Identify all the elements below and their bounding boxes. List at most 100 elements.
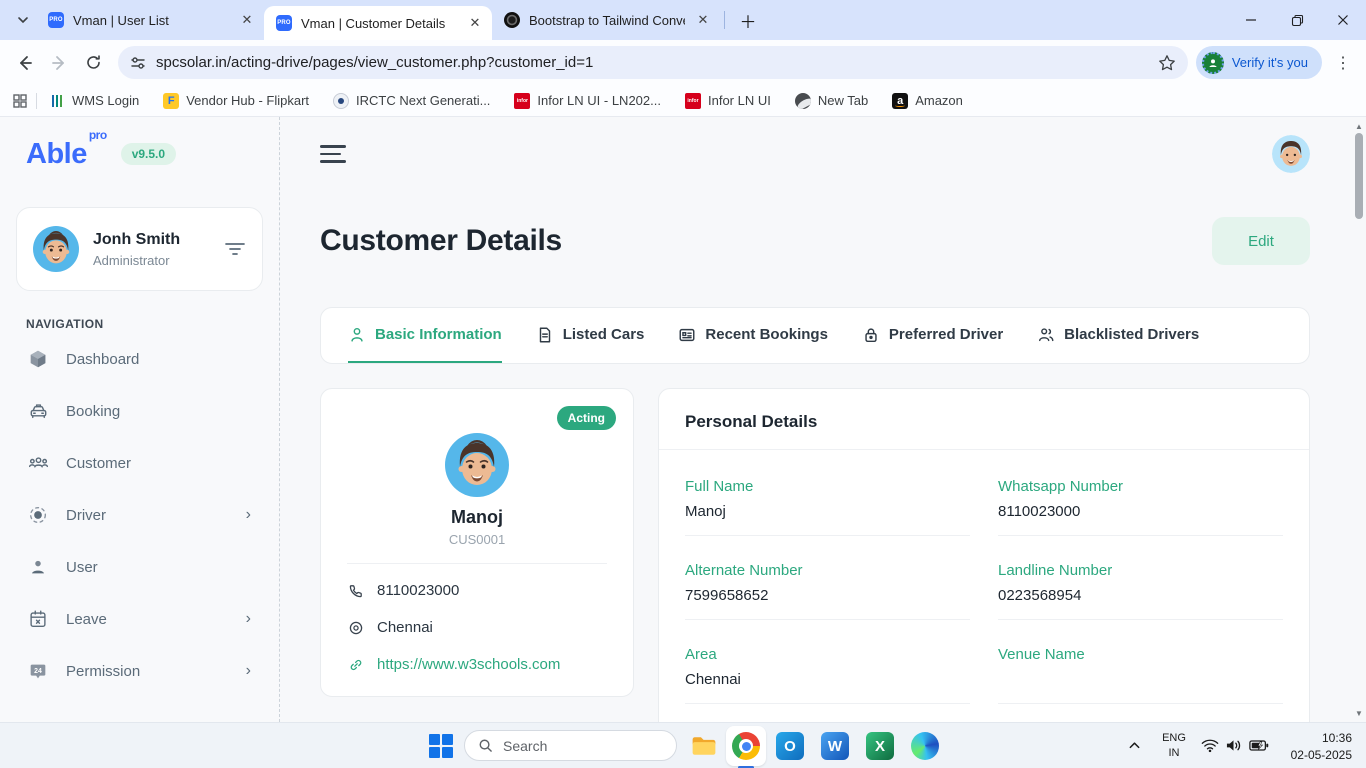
field-value: 8110023000 xyxy=(998,503,1283,521)
search-placeholder: Search xyxy=(503,738,547,754)
field-area: Area Chennai xyxy=(685,646,970,704)
tab-close-icon[interactable]: ✕ xyxy=(466,14,484,32)
link-icon xyxy=(347,657,364,673)
sidebar-item-leave[interactable]: Leave › xyxy=(16,593,263,645)
tab-search-button[interactable] xyxy=(10,7,36,33)
tab-close-icon[interactable]: ✕ xyxy=(238,11,256,29)
verify-its-you-button[interactable]: Verify it's you xyxy=(1196,46,1322,79)
close-button[interactable] xyxy=(1320,0,1366,40)
card-icon xyxy=(678,326,696,344)
search-icon xyxy=(478,738,493,753)
customer-city-row: Chennai xyxy=(347,609,607,646)
tab-recent-bookings[interactable]: Recent Bookings xyxy=(678,308,828,363)
tab-blacklisted-drivers[interactable]: Blacklisted Drivers xyxy=(1037,308,1199,363)
bookmark-amazon[interactable]: a Amazon xyxy=(892,93,963,109)
edge-button[interactable] xyxy=(911,732,939,760)
user-role: Administrator xyxy=(93,253,180,268)
tab-close-icon[interactable]: ✕ xyxy=(694,11,712,29)
file-explorer-button[interactable] xyxy=(690,732,718,760)
outlook-button[interactable]: O xyxy=(776,732,804,760)
field-landline-number: Landline Number 0223568954 xyxy=(998,562,1283,620)
field-label: Area xyxy=(685,646,970,663)
tab-basic-information[interactable]: Basic Information xyxy=(348,308,502,363)
personal-details-card: Personal Details Full Name Manoj Whatsap… xyxy=(658,388,1310,760)
bookmark-wms-login[interactable]: WMS Login xyxy=(49,93,139,109)
minimize-button[interactable] xyxy=(1228,0,1274,40)
sidebar-item-customer[interactable]: Customer xyxy=(16,437,263,489)
infor-icon: infor xyxy=(685,93,701,109)
sidebar-user-card[interactable]: Jonh Smith Administrator xyxy=(16,207,263,291)
tab-user-list[interactable]: PRO Vman | User List ✕ xyxy=(36,0,264,40)
site-settings-icon xyxy=(130,55,146,71)
browser-tab-strip: PRO Vman | User List ✕ PRO Vman | Custom… xyxy=(0,0,1366,40)
globe-icon xyxy=(795,93,811,109)
browser-toolbar: spcsolar.in/acting-drive/pages/view_cust… xyxy=(0,40,1366,85)
customer-website-link[interactable]: https://www.w3schools.com xyxy=(377,656,560,673)
start-button[interactable] xyxy=(428,733,454,759)
customer-website-row[interactable]: https://www.w3schools.com xyxy=(347,646,607,683)
tab-bootstrap-tailwind[interactable]: Bootstrap to Tailwind Conversio ✕ xyxy=(492,0,720,40)
tab-preferred-driver[interactable]: Preferred Driver xyxy=(862,308,1003,363)
tab-title: Vman | Customer Details xyxy=(301,16,457,31)
bookmark-new-tab[interactable]: New Tab xyxy=(795,93,868,109)
clock[interactable]: 10:36 02-05-2025 xyxy=(1291,730,1352,764)
bookmark-star-icon[interactable] xyxy=(1158,54,1176,72)
scrollbar-thumb[interactable] xyxy=(1355,133,1363,219)
sidebar-item-driver[interactable]: Driver › xyxy=(16,489,263,541)
clock-date: 02-05-2025 xyxy=(1291,747,1352,764)
chrome-taskbar-button[interactable] xyxy=(726,726,766,766)
edge-icon xyxy=(911,732,939,760)
version-badge: v9.5.0 xyxy=(121,143,176,165)
user-avatar xyxy=(33,226,79,272)
infor-icon: infor xyxy=(514,93,530,109)
browser-menu-button[interactable]: ⋮ xyxy=(1328,48,1358,78)
bookmark-irctc[interactable]: IRCTC Next Generati... xyxy=(333,93,490,109)
tray-expand-button[interactable] xyxy=(1128,739,1141,752)
clock-time: 10:36 xyxy=(1291,730,1352,747)
new-tab-button[interactable]: ＋ xyxy=(735,7,761,33)
restore-button[interactable] xyxy=(1274,0,1320,40)
sidebar-item-permission[interactable]: 24 Permission › xyxy=(16,645,263,697)
menu-toggle-icon[interactable] xyxy=(320,145,346,163)
language-indicator[interactable]: ENG IN xyxy=(1158,731,1190,761)
back-button[interactable] xyxy=(8,46,42,80)
filter-icon[interactable] xyxy=(224,240,246,258)
minimize-icon xyxy=(1245,14,1257,26)
volume-tray-button[interactable] xyxy=(1225,738,1242,753)
sidebar-item-label: Driver xyxy=(66,507,106,524)
tab-customer-details[interactable]: PRO Vman | Customer Details ✕ xyxy=(264,6,492,40)
folder-icon xyxy=(690,732,718,760)
sidebar-item-booking[interactable]: Booking xyxy=(16,385,263,437)
bookmark-infor-ln-ui[interactable]: infor Infor LN UI xyxy=(685,93,771,109)
brand-logo[interactable]: Ablepro v9.5.0 xyxy=(16,117,263,191)
scroll-down-icon[interactable]: ▼ xyxy=(1352,706,1366,720)
word-button[interactable]: W xyxy=(821,732,849,760)
taskbar-search[interactable]: Search xyxy=(464,730,677,761)
reload-icon xyxy=(85,54,102,71)
field-value: 7599658652 xyxy=(685,587,970,605)
header-avatar[interactable] xyxy=(1272,135,1310,173)
amazon-icon: a xyxy=(892,93,908,109)
battery-tray-button[interactable] xyxy=(1249,739,1269,752)
page-scrollbar[interactable]: ▲ ▼ xyxy=(1352,117,1366,722)
field-venue-name: Venue Name xyxy=(998,646,1283,704)
bookmark-vendor-hub[interactable]: F Vendor Hub - Flipkart xyxy=(163,93,309,109)
tab-listed-cars[interactable]: Listed Cars xyxy=(536,308,645,363)
apps-grid-icon[interactable] xyxy=(12,93,28,109)
bookmark-infor-ln202[interactable]: infor Infor LN UI - LN202... xyxy=(514,93,661,109)
excel-button[interactable]: X xyxy=(866,732,894,760)
wifi-tray-button[interactable] xyxy=(1201,738,1219,753)
wifi-icon xyxy=(1201,738,1219,753)
address-bar[interactable]: spcsolar.in/acting-drive/pages/view_cust… xyxy=(118,46,1188,79)
field-label: Venue Name xyxy=(998,646,1283,663)
sidebar-item-dashboard[interactable]: Dashboard xyxy=(16,333,263,385)
screen: PRO Vman | User List ✕ PRO Vman | Custom… xyxy=(0,0,1366,768)
person-icon xyxy=(26,556,50,578)
phone-icon xyxy=(347,583,364,599)
reload-button[interactable] xyxy=(76,46,110,80)
scroll-up-icon[interactable]: ▲ xyxy=(1352,119,1366,133)
sidebar-item-user[interactable]: User xyxy=(16,541,263,593)
edit-button[interactable]: Edit xyxy=(1212,217,1310,265)
dark-circle-favicon xyxy=(504,12,520,28)
forward-button[interactable] xyxy=(42,46,76,80)
